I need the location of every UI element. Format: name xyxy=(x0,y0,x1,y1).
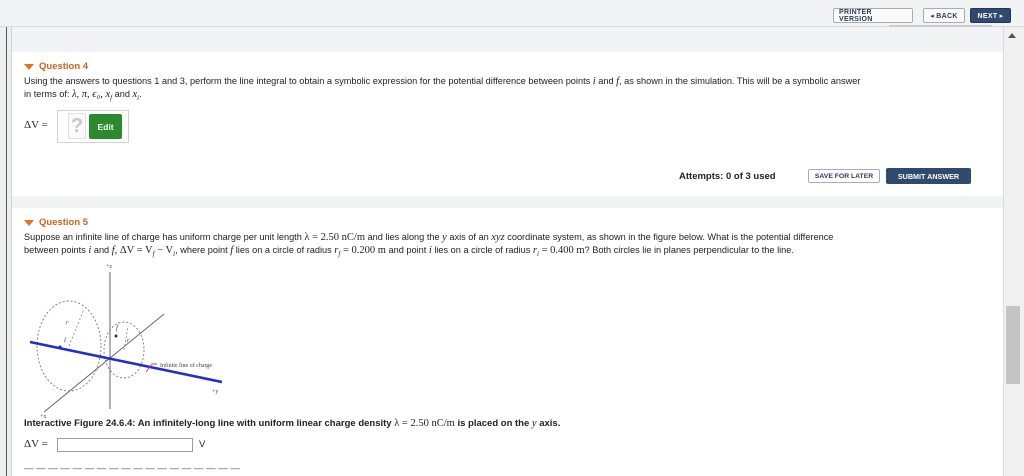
scrollbar[interactable] xyxy=(1003,27,1024,476)
point-i-label: i xyxy=(64,336,66,344)
figure-caption: Interactive Figure 24.6.4: An infinitely… xyxy=(24,418,561,429)
collapse-caret-icon[interactable] xyxy=(24,219,34,226)
question-5-header[interactable]: Question 5 xyxy=(24,217,88,228)
content-gap xyxy=(12,196,1003,208)
line-of-charge xyxy=(29,340,223,384)
point-f-marker xyxy=(114,334,118,338)
content-gap xyxy=(12,27,1003,52)
next-button[interactable]: NEXT ▸ xyxy=(970,8,1011,23)
scroll-up-arrow-icon[interactable] xyxy=(1008,33,1016,38)
question-4-card: Question 4 Using the answers to question… xyxy=(16,52,998,196)
save-for-later-button[interactable]: SAVE FOR LATER xyxy=(808,169,880,183)
submit-answer-button[interactable]: SUBMIT ANSWER xyxy=(886,168,971,184)
question-5-title: Question 5 xyxy=(39,217,89,228)
rf-label: r xyxy=(127,338,130,344)
left-rail-line xyxy=(6,27,7,476)
question-5-card: Question 5 Suppose an infinite line of c… xyxy=(16,208,998,476)
line-label: Infinite line of charge xyxy=(160,362,212,369)
y-axis-label: +y xyxy=(212,389,218,395)
z-axis-label: +z xyxy=(106,264,112,270)
delta-v-input[interactable] xyxy=(57,438,193,452)
truncated-text: — — — — — — — — — — — — — — — — — — xyxy=(24,463,240,474)
answer-label: ΔV = xyxy=(24,119,48,131)
radius-ri-line xyxy=(68,308,85,347)
line-of-charge-figure: +z +x r r f i +y Infinite line of charge xyxy=(29,264,223,420)
collapse-caret-icon[interactable] xyxy=(24,63,34,70)
x-axis xyxy=(43,313,165,413)
answer-label: ΔV = xyxy=(24,438,48,450)
back-button[interactable]: ◂ BACK xyxy=(923,8,965,23)
edit-button[interactable]: Edit xyxy=(89,114,122,139)
scrollbar-thumb[interactable] xyxy=(1006,306,1020,384)
question-4-text: Using the answers to questions 1 and 3, … xyxy=(24,76,861,102)
printer-version-button[interactable]: PRINTER VERSION xyxy=(833,8,913,23)
unit-label: V xyxy=(199,439,206,450)
question-4-title: Question 4 xyxy=(39,61,89,72)
attempts-counter: Attempts: 0 of 3 used xyxy=(679,171,776,182)
question-4-header[interactable]: Question 4 xyxy=(24,61,88,72)
ri-label: r xyxy=(66,320,69,326)
point-f-label: f xyxy=(116,324,119,332)
question-mark-icon: ? xyxy=(68,113,86,139)
